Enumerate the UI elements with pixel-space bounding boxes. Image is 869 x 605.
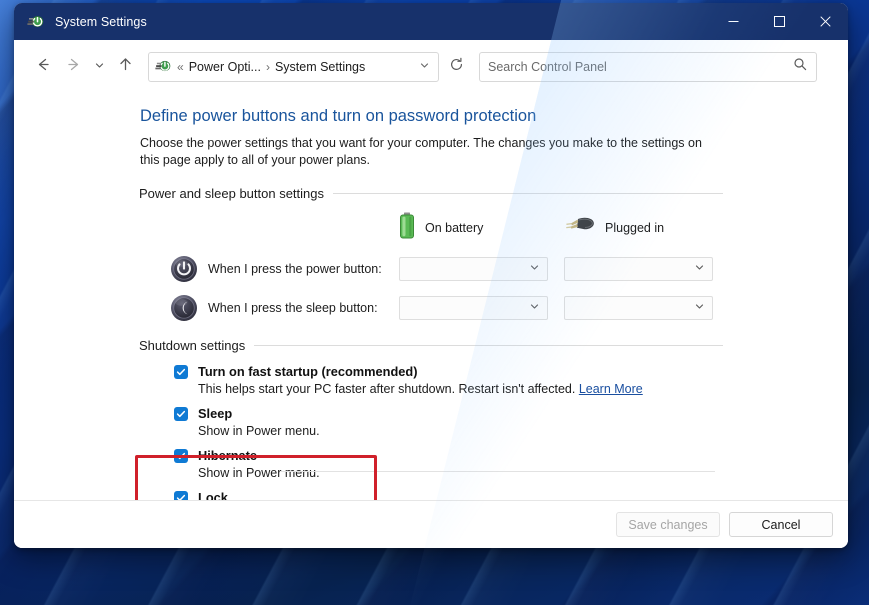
window-title: System Settings xyxy=(55,14,147,29)
setting-row-sleep-button: When I press the sleep button: xyxy=(170,294,848,322)
checkbox-sublabel-sleep: Show in Power menu. xyxy=(198,424,320,438)
title-bar: System Settings xyxy=(14,3,848,40)
chevron-down-icon xyxy=(694,260,705,278)
window-controls xyxy=(710,3,848,40)
learn-more-link[interactable]: Learn More xyxy=(579,382,643,396)
dropdown-power-button-on-battery[interactable] xyxy=(399,257,548,281)
checkbox-row-fast-startup[interactable]: Turn on fast startup (recommended) This … xyxy=(174,363,848,398)
chevron-down-icon xyxy=(529,299,540,317)
breadcrumb-system-settings[interactable]: System Settings xyxy=(275,60,365,74)
checkbox-label-sleep: Sleep xyxy=(198,406,233,421)
dropdown-sleep-button-on-battery[interactable] xyxy=(399,296,548,320)
checkbox-lock[interactable] xyxy=(174,491,188,500)
save-changes-button[interactable]: Save changes xyxy=(616,512,720,537)
search-control-panel-box[interactable] xyxy=(479,51,817,82)
setting-row-power-button: When I press the power button: xyxy=(170,255,848,283)
divider xyxy=(333,193,723,194)
address-bar[interactable]: « Power Opti... › System Settings xyxy=(148,51,439,82)
sublabel-text: This helps start your PC faster after sh… xyxy=(198,382,576,396)
column-label-plugged-in: Plugged in xyxy=(605,221,665,235)
dropdown-sleep-button-plugged-in[interactable] xyxy=(564,296,713,320)
page-title: Define power buttons and turn on passwor… xyxy=(140,107,537,125)
content-area: Define power buttons and turn on passwor… xyxy=(14,93,848,500)
shutdown-section-label: Shutdown settings xyxy=(139,338,246,353)
back-button[interactable] xyxy=(28,52,58,82)
maximize-button[interactable] xyxy=(756,3,802,40)
refresh-icon xyxy=(449,57,464,77)
checkbox-row-lock[interactable]: Lock xyxy=(174,489,848,500)
chevron-down-icon xyxy=(529,260,540,278)
shutdown-settings-list: Turn on fast startup (recommended) This … xyxy=(174,363,848,500)
column-label-on-battery: On battery xyxy=(425,221,484,235)
checkbox-fast-startup[interactable] xyxy=(174,365,188,379)
column-headers: On battery Plugged in xyxy=(399,212,848,244)
checkbox-texts: Lock xyxy=(198,489,228,500)
checkbox-label-lock: Lock xyxy=(198,490,228,500)
power-section-header: Power and sleep button settings xyxy=(139,186,723,201)
divider xyxy=(281,471,715,472)
setting-label-sleep-button: When I press the sleep button: xyxy=(208,301,378,315)
search-icon[interactable] xyxy=(793,57,807,76)
refresh-button[interactable] xyxy=(441,52,471,82)
chevron-down-icon[interactable] xyxy=(419,58,430,76)
breadcrumb-separator: › xyxy=(265,59,270,74)
cancel-button[interactable]: Cancel xyxy=(729,512,833,537)
power-section-label: Power and sleep button settings xyxy=(139,186,325,201)
checkbox-sleep[interactable] xyxy=(174,407,188,421)
divider xyxy=(254,345,723,346)
forward-arrow-icon xyxy=(65,56,82,78)
checkbox-row-sleep[interactable]: Sleep Show in Power menu. xyxy=(174,405,848,440)
up-button[interactable] xyxy=(110,52,140,82)
power-options-icon xyxy=(27,13,45,31)
up-arrow-icon xyxy=(117,56,134,78)
dropdown-power-button-plugged-in[interactable] xyxy=(564,257,713,281)
system-settings-window: System Settings « Power Opti... › System… xyxy=(14,3,848,548)
chevron-down-icon xyxy=(694,299,705,317)
breadcrumb-overflow[interactable]: « xyxy=(172,60,189,74)
checkbox-hibernate[interactable] xyxy=(174,449,188,463)
sleep-button-icon xyxy=(170,294,198,322)
checkbox-row-hibernate[interactable]: Hibernate Show in Power menu. xyxy=(174,447,848,482)
checkbox-texts: Turn on fast startup (recommended) This … xyxy=(198,363,643,398)
breadcrumb-power-options[interactable]: Power Opti... xyxy=(189,60,261,74)
forward-button[interactable] xyxy=(58,52,88,82)
column-header-plugged-in: Plugged in xyxy=(565,215,731,242)
dialog-footer: Save changes Cancel xyxy=(14,500,848,548)
power-plug-icon xyxy=(565,215,595,242)
page-description: Choose the power settings that you want … xyxy=(140,136,702,167)
navigation-toolbar: « Power Opti... › System Settings xyxy=(14,40,848,93)
battery-icon xyxy=(399,212,415,244)
checkbox-label-fast-startup: Turn on fast startup (recommended) xyxy=(198,364,418,379)
chevron-down-icon xyxy=(94,58,105,76)
search-input[interactable] xyxy=(480,58,793,75)
shutdown-section-header: Shutdown settings xyxy=(139,338,723,353)
minimize-button[interactable] xyxy=(710,3,756,40)
desktop-background: System Settings « Power Opti... › System… xyxy=(0,0,869,605)
checkbox-texts: Hibernate Show in Power menu. xyxy=(198,447,320,482)
checkbox-texts: Sleep Show in Power menu. xyxy=(198,405,320,440)
column-header-on-battery: On battery xyxy=(399,212,565,244)
recent-locations-button[interactable] xyxy=(88,52,110,82)
power-button-icon xyxy=(170,255,198,283)
setting-label-power-button: When I press the power button: xyxy=(208,262,382,276)
checkbox-label-hibernate: Hibernate xyxy=(198,448,258,463)
back-arrow-icon xyxy=(35,56,52,78)
checkbox-sublabel-fast-startup: This helps start your PC faster after sh… xyxy=(198,381,643,398)
checkbox-sublabel-hibernate: Show in Power menu. xyxy=(198,466,320,480)
power-options-icon xyxy=(155,58,172,75)
close-button[interactable] xyxy=(802,3,848,40)
